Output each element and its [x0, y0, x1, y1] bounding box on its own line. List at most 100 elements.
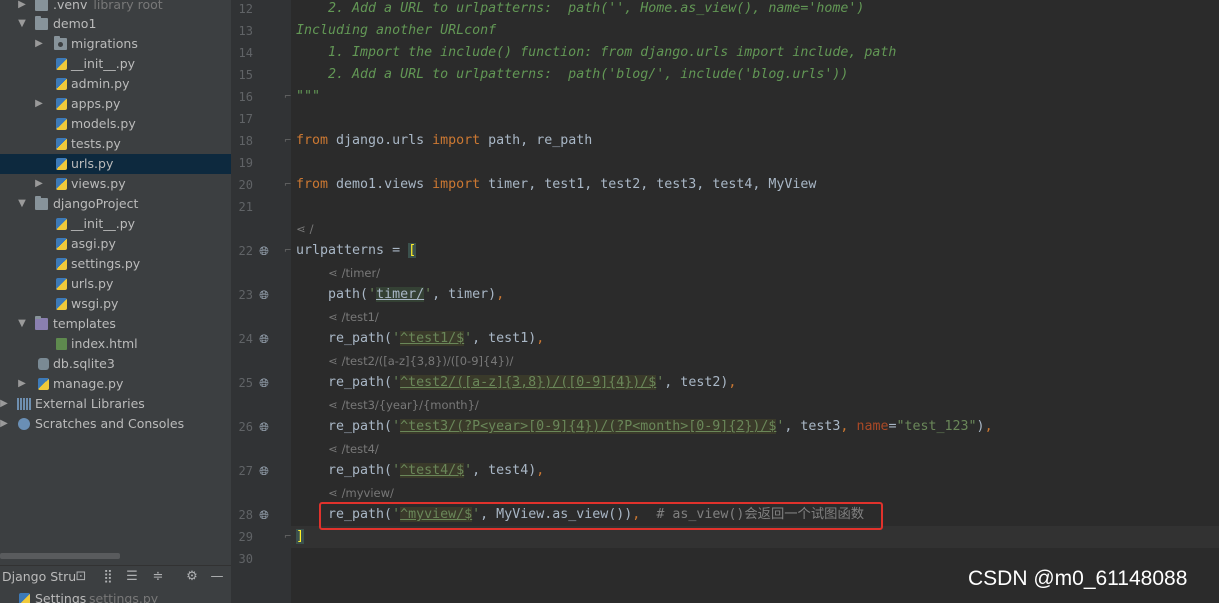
- sort-alpha-icon[interactable]: ⣿: [100, 569, 116, 585]
- args: , test1): [472, 331, 537, 346]
- code-line-15: 2. Add a URL to urlpatterns: path('blog/…: [296, 67, 849, 82]
- share-icon: ⋖: [296, 222, 306, 236]
- sort-visibility-icon[interactable]: ⊡: [73, 569, 89, 585]
- chevron-down-icon[interactable]: ▼: [16, 14, 28, 34]
- url-hint[interactable]: ⋖/test1/: [328, 306, 379, 328]
- line-number: 22: [238, 244, 253, 258]
- quote: ': [392, 375, 401, 390]
- expand-all-icon[interactable]: ☰: [124, 569, 140, 585]
- comma: ,: [496, 287, 505, 302]
- tree-item-label: views.py: [71, 176, 126, 191]
- fold-marker-icon[interactable]: ⌐: [284, 533, 292, 542]
- chevron-right-icon[interactable]: ▶: [16, 374, 28, 394]
- url-hint[interactable]: ⋖/myview/: [328, 482, 394, 504]
- url-hint-text: /test4/: [341, 442, 379, 456]
- tree-item-models-py[interactable]: models.py: [0, 114, 231, 134]
- tree-item-label: urls.py: [71, 156, 114, 171]
- keyword-arg: name: [856, 419, 889, 434]
- gear-icon[interactable]: ⚙: [184, 569, 200, 585]
- fold-marker-icon[interactable]: ⌐: [284, 93, 292, 102]
- python-file-icon: [56, 118, 67, 130]
- tree-item-external-libraries[interactable]: ▶ External Libraries: [0, 394, 231, 414]
- fold-marker-icon[interactable]: ⌐: [284, 137, 292, 146]
- tree-item-db-sqlite3[interactable]: db.sqlite3: [0, 354, 231, 374]
- tree-item-label: urls.py: [71, 276, 114, 291]
- url-globe-icon[interactable]: 🌐︎: [257, 332, 271, 346]
- keyword: from: [296, 133, 329, 148]
- url-globe-icon[interactable]: 🌐︎: [257, 288, 271, 302]
- tree-item-venv[interactable]: ▶ .venv library root: [0, 0, 231, 15]
- line-number: 24: [238, 332, 253, 346]
- call: path(: [296, 287, 369, 302]
- line-number: 21: [238, 200, 253, 214]
- url-hint[interactable]: ⋖/test3/{year}/{month}/: [328, 394, 479, 416]
- tree-item-label: manage.py: [53, 376, 124, 391]
- tree-item-templates[interactable]: ▼ templates: [0, 314, 231, 334]
- tree-item-djangoproject[interactable]: ▼ djangoProject: [0, 194, 231, 214]
- chevron-right-icon[interactable]: ▶: [0, 394, 10, 414]
- tree-item-label: admin.py: [71, 76, 130, 91]
- call: re_path(: [296, 375, 393, 390]
- chevron-right-icon[interactable]: ▶: [16, 0, 28, 15]
- line-number: 16: [238, 90, 253, 104]
- tree-item-scratches[interactable]: ▶ Scratches and Consoles: [0, 414, 231, 434]
- horizontal-scrollbar[interactable]: [0, 553, 120, 559]
- chevron-right-icon[interactable]: ▶: [33, 34, 45, 54]
- tree-item-asgi-py[interactable]: asgi.py: [0, 234, 231, 254]
- args: , test2): [664, 375, 729, 390]
- tree-item-index-html[interactable]: index.html: [0, 334, 231, 354]
- url-globe-icon[interactable]: 🌐︎: [257, 508, 271, 522]
- tree-item-manage-py[interactable]: ▶ manage.py: [0, 374, 231, 394]
- quote: ': [464, 463, 473, 478]
- line-number: 13: [238, 24, 253, 38]
- share-icon: ⋖: [328, 398, 338, 412]
- scratch-icon: [18, 418, 30, 430]
- chevron-right-icon[interactable]: ▶: [33, 174, 45, 194]
- html-file-icon: [56, 338, 67, 350]
- tree-item-apps-py[interactable]: ▶ apps.py: [0, 94, 231, 114]
- url-globe-icon[interactable]: 🌐︎: [257, 244, 271, 258]
- url-globe-icon[interactable]: 🌐︎: [257, 420, 271, 434]
- tree-item-migrations[interactable]: ▶ migrations: [0, 34, 231, 54]
- url-hint[interactable]: ⋖/test4/: [328, 438, 379, 460]
- tree-item-admin-py[interactable]: admin.py: [0, 74, 231, 94]
- line-number: 17: [238, 112, 253, 126]
- tree-item-init-py[interactable]: __init__.py: [0, 54, 231, 74]
- tree-item-label: External Libraries: [35, 396, 145, 411]
- collapse-all-icon[interactable]: ≑: [150, 569, 166, 585]
- tree-item-views-py[interactable]: ▶ views.py: [0, 174, 231, 194]
- url-hint-text: /timer/: [341, 266, 381, 280]
- args: , test4): [472, 463, 537, 478]
- chevron-down-icon[interactable]: ▼: [16, 314, 28, 334]
- tree-item-urls-py[interactable]: urls.py: [0, 274, 231, 294]
- structure-item-hint: settings.py: [89, 591, 159, 603]
- tree-item-urls-py-selected[interactable]: urls.py: [0, 154, 231, 174]
- fold-marker-icon[interactable]: ⌐: [284, 181, 292, 190]
- structure-item-settings[interactable]: Settings settings.py: [0, 589, 231, 603]
- url-hint-text: /: [309, 222, 314, 236]
- url-globe-icon[interactable]: 🌐︎: [257, 464, 271, 478]
- chevron-right-icon[interactable]: ▶: [0, 414, 10, 434]
- chevron-right-icon[interactable]: ▶: [33, 94, 45, 114]
- tree-item-settings-py[interactable]: settings.py: [0, 254, 231, 274]
- share-icon: ⋖: [328, 354, 338, 368]
- fold-marker-icon[interactable]: ⌐: [284, 247, 292, 256]
- url-hint[interactable]: ⋖/test2/([a-z]{3,8})/([0-9]{4})/: [328, 350, 513, 372]
- string-value: "test_123": [896, 419, 977, 434]
- tree-item-demo1[interactable]: ▼ demo1: [0, 14, 231, 34]
- code-line-23: path('timer/', timer),: [296, 284, 504, 306]
- url-globe-icon[interactable]: 🌐︎: [257, 376, 271, 390]
- code-line-26: re_path('^test3/(?P<year>[0-9]{4})/(?P<m…: [296, 416, 993, 438]
- comma: ,: [536, 331, 545, 346]
- python-file-icon: [56, 78, 67, 90]
- tree-item-init-py[interactable]: __init__.py: [0, 214, 231, 234]
- tree-item-wsgi-py[interactable]: wsgi.py: [0, 294, 231, 314]
- tree-item-tests-py[interactable]: tests.py: [0, 134, 231, 154]
- project-panel: ▶ .venv library root ▼ demo1 ▶ migrations…: [0, 0, 231, 603]
- minimize-icon[interactable]: —: [209, 569, 225, 585]
- tree-item-label: models.py: [71, 116, 136, 131]
- chevron-down-icon[interactable]: ▼: [16, 194, 28, 214]
- url-hint[interactable]: ⋖ /: [296, 218, 314, 240]
- url-hint[interactable]: ⋖/timer/: [328, 262, 380, 284]
- code-line-18: from django.urls import path, re_path: [296, 130, 592, 152]
